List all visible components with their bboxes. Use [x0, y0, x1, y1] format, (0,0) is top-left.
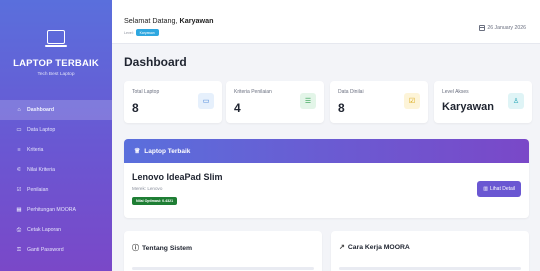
- welcome-prefix: Selamat Datang,: [124, 16, 180, 25]
- best-laptop-card: ♕ Laptop Terbaik Lenovo IdeaPad Slim Mer…: [124, 139, 529, 218]
- sidebar-item-label: Kriteria: [27, 147, 44, 153]
- stat-card-level-akses: Level Akses Karyawan ♙: [434, 81, 532, 123]
- stat-value: 8: [338, 101, 345, 115]
- brand: LAPTOP TERBAIK Tech Best Laptop: [0, 0, 112, 77]
- sidebar-item-kriteria[interactable]: ≡ Kriteria: [0, 140, 112, 160]
- laptop-name: Lenovo IdeaPad Slim: [132, 172, 223, 182]
- calendar-icon: [479, 25, 486, 31]
- home-icon: ⌂: [17, 107, 21, 113]
- best-laptop-header: ♕ Laptop Terbaik: [124, 139, 529, 163]
- sidebar-item-label: Penilaian: [27, 187, 49, 193]
- stat-card-data-dinilai: Data Dinilai 8 ☑: [330, 81, 428, 123]
- sidebar-item-label: Dashboard: [27, 107, 55, 113]
- stat-value: 8: [132, 101, 139, 115]
- check-square-icon: ☑: [404, 93, 420, 109]
- sliders-icon: ⚟: [16, 167, 22, 173]
- checkbox-icon: ☑: [16, 187, 22, 193]
- chart-line-icon: ↗: [339, 244, 345, 251]
- view-detail-label: Lihat Detail: [489, 186, 515, 192]
- sidebar-item-ganti-password[interactable]: ⚿ Ganti Password: [0, 240, 112, 260]
- level-label: Level:: [124, 30, 134, 35]
- brand-title: LAPTOP TERBAIK: [13, 58, 99, 69]
- moora-heading: ↗ Cara Kerja MOORA: [339, 243, 410, 252]
- sidebar-item-cetak-laporan[interactable]: ⎙ Cetak Laporan: [0, 220, 112, 240]
- text-placeholder: [339, 267, 521, 270]
- moora-title: Cara Kerja MOORA: [347, 243, 410, 251]
- laptop-brand: Merek: Lenovo: [132, 186, 163, 191]
- list-icon: ☰: [300, 93, 316, 109]
- monitor-icon: ▭: [198, 93, 214, 109]
- level-badge: Karyawan: [135, 29, 159, 36]
- sidebar-item-nilai-kriteria[interactable]: ⚟ Nilai Kriteria: [0, 160, 112, 180]
- topbar: Selamat Datang, Karyawan Level: Karyawan…: [112, 0, 540, 44]
- list-icon: ≡: [17, 147, 21, 153]
- stat-label: Total Laptop: [132, 89, 160, 95]
- username: Karyawan: [179, 16, 214, 25]
- sidebar-item-dashboard[interactable]: ⌂ Dashboard: [0, 100, 112, 120]
- sidebar: LAPTOP TERBAIK Tech Best Laptop ⌂ Dashbo…: [0, 0, 112, 271]
- stat-value: 4: [234, 101, 241, 115]
- sidebar-item-data-laptop[interactable]: ▭ Data Laptop: [0, 120, 112, 140]
- welcome-text: Selamat Datang, Karyawan: [124, 16, 214, 25]
- best-laptop-heading: Laptop Terbaik: [144, 147, 191, 155]
- user-icon: ♙: [508, 93, 524, 109]
- sidebar-item-label: Ganti Password: [27, 247, 64, 253]
- trophy-icon: ♕: [134, 148, 141, 155]
- key-icon: ⚿: [16, 246, 22, 253]
- sidebar-item-label: Nilai Kriteria: [27, 167, 55, 173]
- stat-label: Data Dinilai: [338, 89, 364, 95]
- printer-icon: ⎙: [16, 226, 22, 233]
- stat-card-kriteria: Kriteria Penilaian 4 ☰: [226, 81, 324, 123]
- about-system-title: Tentang Sistem: [142, 244, 193, 252]
- stat-label: Kriteria Penilaian: [234, 89, 272, 95]
- laptop-icon: ▭: [16, 127, 22, 133]
- sidebar-item-label: Data Laptop: [27, 127, 56, 133]
- stat-label: Level Akses: [442, 89, 469, 95]
- info-icon: ⓘ: [132, 245, 139, 252]
- sidebar-item-label: Perhitungan MOORA: [27, 207, 77, 213]
- stat-value: Karyawan: [442, 101, 494, 113]
- score-badge: Nilai Optimasi: 0.4321: [132, 197, 178, 205]
- brand-subtitle: Tech Best Laptop: [37, 72, 75, 77]
- about-system-card: ⓘ Tentang Sistem: [124, 231, 322, 271]
- page-title: Dashboard: [124, 55, 187, 69]
- moora-card: ↗ Cara Kerja MOORA: [331, 231, 529, 271]
- sidebar-item-penilaian[interactable]: ☑ Penilaian: [0, 180, 112, 200]
- stat-card-total-laptop: Total Laptop 8 ▭: [124, 81, 222, 123]
- laptop-logo-icon: [45, 30, 67, 47]
- level-line: Level: Karyawan: [124, 29, 159, 36]
- bar-chart-icon: ▥: [483, 186, 488, 192]
- sidebar-item-label: Cetak Laporan: [27, 227, 62, 233]
- date-display: 26 January 2026: [479, 25, 526, 31]
- about-system-heading: ⓘ Tentang Sistem: [132, 243, 192, 253]
- sidebar-nav: ⌂ Dashboard ▭ Data Laptop ≡ Kriteria ⚟ N…: [0, 100, 112, 260]
- text-placeholder: [132, 267, 314, 270]
- view-detail-button[interactable]: ▥ Lihat Detail: [477, 181, 521, 197]
- sidebar-item-perhitungan-moora[interactable]: ▦ Perhitungan MOORA: [0, 200, 112, 220]
- date-text: 26 January 2026: [487, 25, 526, 31]
- calculator-icon: ▦: [16, 207, 22, 213]
